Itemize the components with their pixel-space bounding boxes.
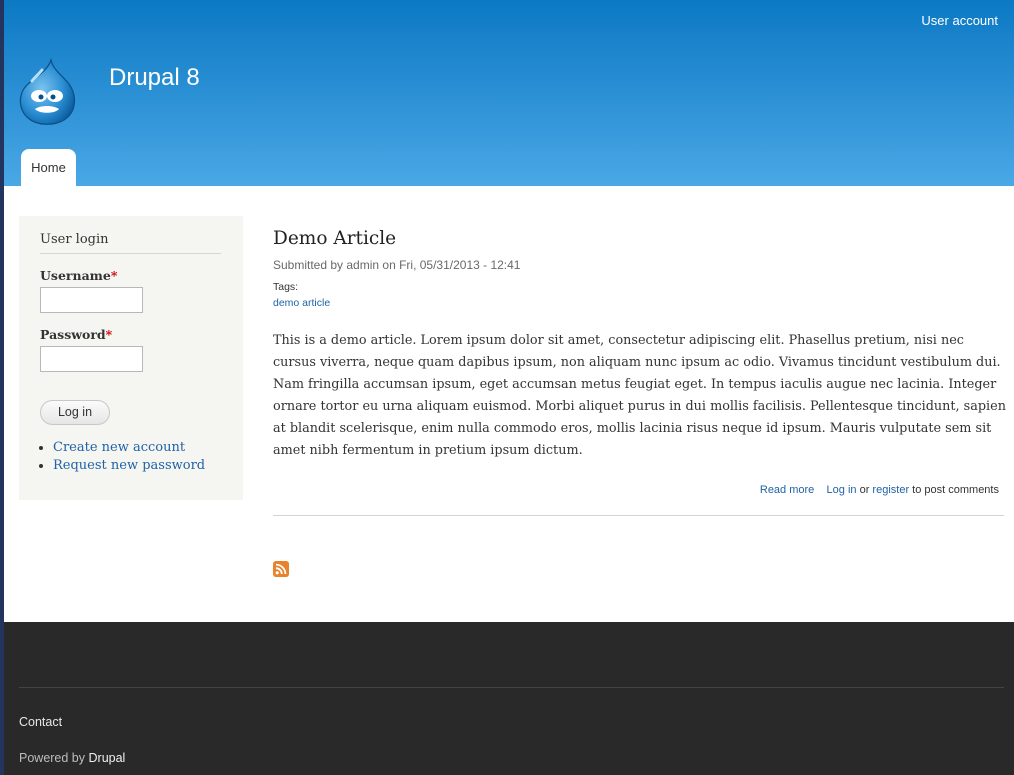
login-link[interactable]: Log in (827, 484, 857, 496)
article-title[interactable]: Demo Article (273, 228, 396, 249)
powered-by-text: Powered by Drupal (19, 751, 125, 765)
username-label: Username* (40, 268, 117, 283)
or-text: or (859, 484, 870, 496)
site-name[interactable]: Drupal 8 (109, 64, 200, 92)
powered-by-label: Powered by (19, 751, 86, 765)
tags-label: Tags: (273, 281, 299, 293)
contact-link[interactable]: Contact (19, 715, 62, 729)
user-login-block: User login Username* Password* Log in Cr… (19, 216, 243, 500)
login-links-list: Create new account Request new password (35, 440, 205, 476)
submitted-info: Submitted by admin on Fri, 05/31/2013 - … (273, 258, 521, 272)
read-more-link[interactable]: Read more (760, 484, 814, 496)
password-label: Password* (40, 327, 112, 342)
drupal-link[interactable]: Drupal (89, 751, 126, 765)
required-marker: * (110, 268, 118, 283)
article-body: This is a demo article. Lorem ipsum dolo… (273, 333, 1006, 458)
drupal-drop-logo-icon[interactable] (17, 58, 77, 126)
divider (19, 687, 1004, 688)
tag-link[interactable]: demo article (273, 297, 330, 309)
page: User account Drupal 8 Home User login Us… (4, 0, 1014, 775)
password-input[interactable] (40, 346, 143, 372)
register-link[interactable]: register (872, 484, 909, 496)
post-comments-text: to post comments (912, 484, 999, 496)
create-account-link[interactable]: Create new account (53, 440, 185, 455)
user-account-link[interactable]: User account (921, 13, 998, 28)
site-header: User account Drupal 8 Home (4, 0, 1014, 186)
rss-feed-icon[interactable] (273, 561, 289, 577)
login-button[interactable]: Log in (40, 400, 110, 425)
required-marker: * (105, 327, 113, 342)
divider (273, 515, 1004, 516)
site-footer: Contact Powered by Drupal (4, 622, 1014, 775)
request-password-link[interactable]: Request new password (53, 458, 205, 473)
password-label-text: Password (40, 327, 106, 342)
login-block-title: User login (40, 232, 221, 254)
list-item: Request new password (53, 458, 205, 473)
tab-home[interactable]: Home (21, 149, 76, 186)
username-label-text: Username (40, 268, 111, 283)
username-input[interactable] (40, 287, 143, 313)
list-item: Create new account (53, 440, 205, 455)
article-links: Read more Log in or register to post com… (760, 484, 999, 496)
